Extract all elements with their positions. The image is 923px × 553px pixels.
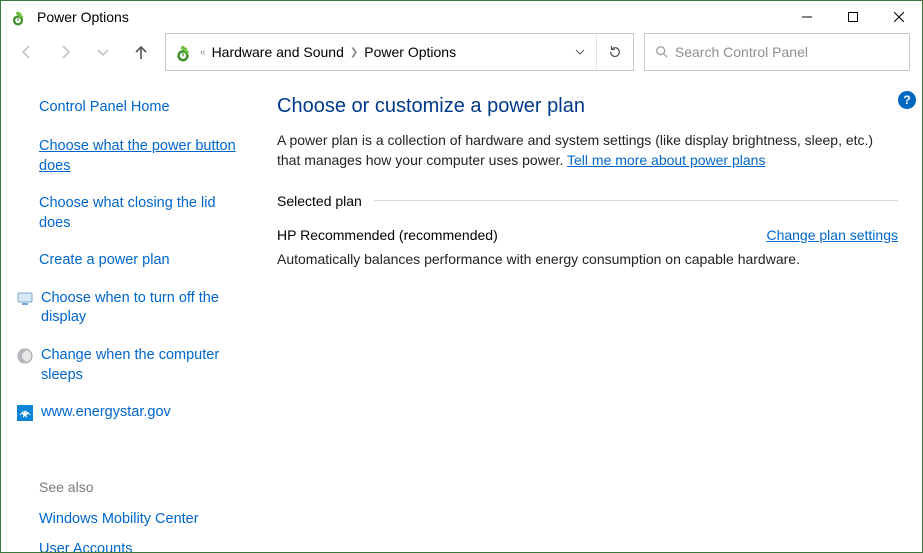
window-title: Power Options: [35, 9, 129, 25]
history-overflow-icon[interactable]: «: [200, 47, 206, 58]
chevron-right-icon[interactable]: ❯: [350, 47, 358, 58]
plan-description: Automatically balances performance with …: [277, 251, 898, 267]
learn-more-link[interactable]: Tell me more about power plans: [567, 152, 765, 168]
sidebar-item-turn-off-display[interactable]: Choose when to turn off the display: [41, 289, 241, 328]
see-also-user-accounts[interactable]: User Accounts: [39, 541, 241, 553]
forward-button[interactable]: [51, 38, 79, 66]
sidebar: Control Panel Home Choose what the power…: [1, 71, 253, 553]
up-button[interactable]: [127, 38, 155, 66]
address-dropdown-button[interactable]: [564, 35, 596, 69]
minimize-button[interactable]: [784, 1, 830, 33]
titlebar: Power Options: [1, 1, 922, 33]
see-also-heading: See also: [39, 479, 241, 495]
control-panel-home-link[interactable]: Control Panel Home: [39, 99, 241, 115]
search-icon: [655, 45, 669, 59]
search-input[interactable]: [673, 43, 877, 61]
back-button[interactable]: [13, 38, 41, 66]
see-also-mobility-center[interactable]: Windows Mobility Center: [39, 511, 241, 527]
section-label: Selected plan: [277, 193, 362, 209]
sidebar-item-closing-lid[interactable]: Choose what closing the lid does: [39, 194, 241, 233]
search-box[interactable]: [644, 33, 910, 71]
sidebar-item-power-button[interactable]: Choose what the power button does: [39, 137, 241, 176]
breadcrumb-item[interactable]: Hardware and Sound: [212, 44, 344, 60]
page-heading: Choose or customize a power plan: [277, 95, 898, 118]
power-options-icon: [172, 41, 194, 63]
sidebar-item-computer-sleeps[interactable]: Change when the computer sleeps: [41, 346, 241, 385]
refresh-button[interactable]: [596, 35, 633, 69]
energystar-icon: [17, 405, 33, 421]
close-button[interactable]: [876, 1, 922, 33]
address-bar[interactable]: « Hardware and Sound ❯ Power Options: [165, 33, 634, 71]
recent-locations-button[interactable]: [89, 38, 117, 66]
breadcrumb-item[interactable]: Power Options: [364, 44, 456, 60]
sidebar-item-create-plan[interactable]: Create a power plan: [39, 251, 241, 271]
sidebar-item-energystar[interactable]: www.energystar.gov: [41, 403, 171, 423]
navigation-bar: « Hardware and Sound ❯ Power Options: [1, 33, 922, 71]
power-options-icon: [9, 8, 27, 26]
divider: [374, 200, 898, 201]
content-pane: Choose or customize a power plan A power…: [253, 71, 922, 553]
breadcrumb: « Hardware and Sound ❯ Power Options: [200, 44, 564, 60]
page-description: A power plan is a collection of hardware…: [277, 130, 898, 171]
change-plan-settings-link[interactable]: Change plan settings: [766, 227, 898, 243]
plan-name: HP Recommended (recommended): [277, 227, 498, 243]
monitor-icon: [17, 291, 33, 307]
moon-icon: [17, 348, 33, 364]
help-icon[interactable]: ?: [898, 91, 916, 109]
maximize-button[interactable]: [830, 1, 876, 33]
